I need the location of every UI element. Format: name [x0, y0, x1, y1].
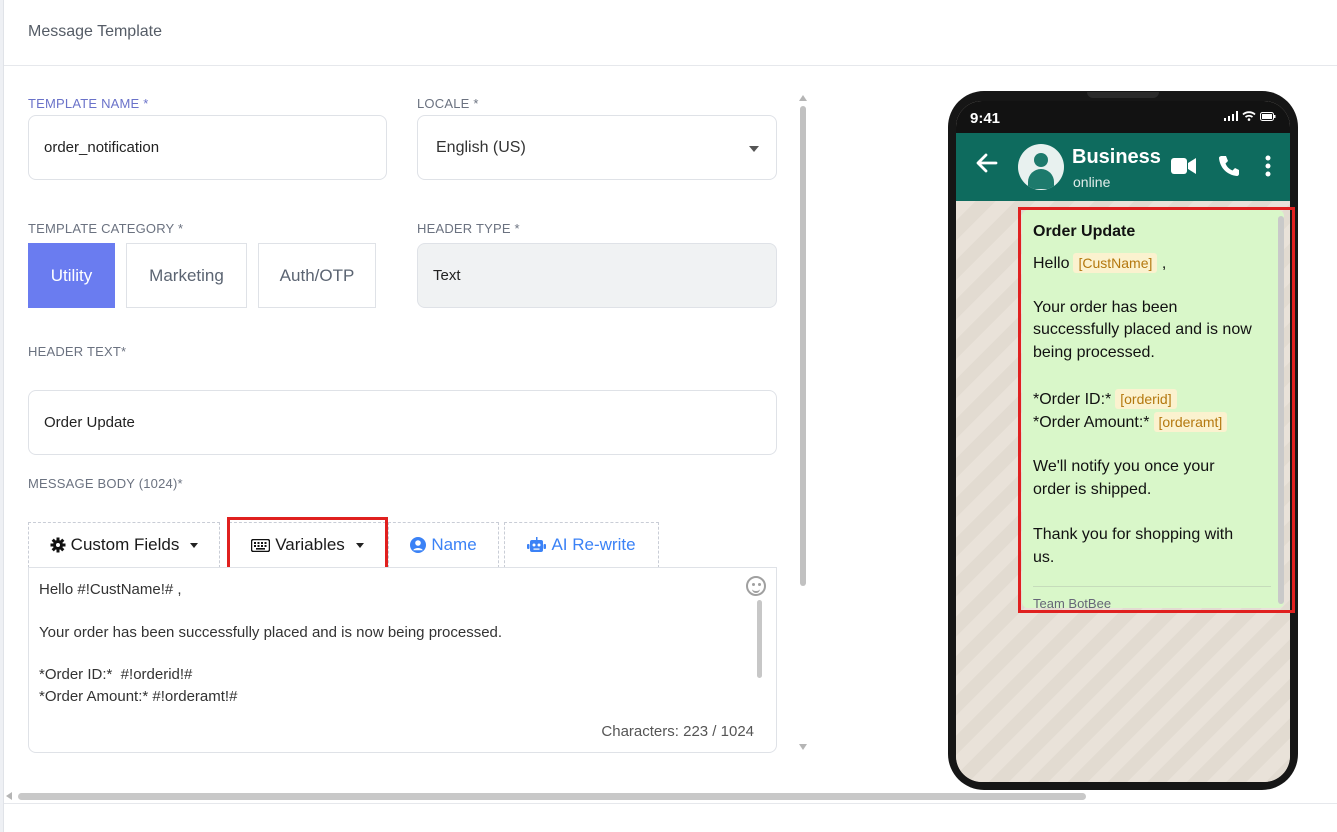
- keyboard-icon: [251, 538, 271, 552]
- user-circle-icon: [410, 537, 427, 553]
- template-category-label: TEMPLATE CATEGORY *: [28, 221, 184, 236]
- header-type-field[interactable]: Text: [417, 243, 777, 308]
- category-marketing-button[interactable]: Marketing: [126, 243, 247, 308]
- gear-icon: [50, 537, 66, 553]
- battery-icon: [1260, 111, 1276, 121]
- header-text-label: HEADER TEXT*: [28, 344, 127, 359]
- caret-down-icon: [355, 542, 364, 548]
- robot-icon: [527, 537, 547, 552]
- avatar[interactable]: [1018, 144, 1064, 190]
- textarea-scrollbar[interactable]: [757, 600, 762, 678]
- header-type-label: HEADER TYPE *: [417, 221, 520, 236]
- chat-header: Business online: [956, 133, 1290, 201]
- custom-fields-button[interactable]: Custom Fields: [28, 522, 220, 568]
- character-count: Characters: 223 / 1024: [601, 723, 754, 740]
- form-scrollbar-thumb[interactable]: [800, 106, 806, 586]
- scroll-left-arrow-icon[interactable]: [6, 792, 12, 800]
- contact-name: Business: [1072, 146, 1161, 168]
- template-name-label: TEMPLATE NAME *: [28, 96, 149, 111]
- caret-down-icon: [190, 542, 199, 548]
- custom-fields-label: Custom Fields: [70, 535, 180, 554]
- phone-notch: [1087, 92, 1159, 98]
- page: Message Template TEMPLATE NAME * order_n…: [0, 0, 1337, 832]
- message-body-textarea[interactable]: Hello #!CustName!# , Your order has been…: [28, 567, 777, 753]
- category-auth-otp-button[interactable]: Auth/OTP: [258, 243, 376, 308]
- wifi-icon: [1242, 111, 1256, 121]
- footer-divider: [4, 803, 1337, 804]
- scroll-up-arrow-icon[interactable]: [799, 95, 807, 101]
- header-text-input[interactable]: Order Update: [28, 390, 777, 455]
- chevron-down-icon: [749, 146, 759, 152]
- variables-button[interactable]: Variables: [229, 522, 386, 568]
- name-button[interactable]: Name: [388, 522, 499, 568]
- name-label: Name: [431, 535, 477, 554]
- scroll-down-arrow-icon[interactable]: [799, 744, 807, 750]
- body-line: Your order has been successfully placed …: [39, 624, 503, 641]
- status-icons: [1224, 111, 1276, 121]
- modal-title: Message Template: [28, 23, 162, 40]
- body-line: *Order ID:* #!orderid!#: [39, 666, 193, 683]
- template-name-input[interactable]: order_notification: [28, 115, 387, 180]
- left-edge: [0, 0, 4, 832]
- phone-icon[interactable]: [1218, 155, 1240, 177]
- video-icon[interactable]: [1171, 157, 1196, 175]
- signal-icon: [1224, 111, 1238, 121]
- locale-select[interactable]: English (US): [417, 115, 777, 180]
- body-line: *Order Amount:* #!orderamt!#: [39, 688, 238, 705]
- locale-value: English (US): [436, 138, 526, 156]
- message-body-label: MESSAGE BODY (1024)*: [28, 476, 183, 491]
- ai-rewrite-label: AI Re-write: [551, 535, 636, 554]
- contact-status: online: [1073, 174, 1111, 190]
- bubble-highlight: [1018, 207, 1295, 613]
- category-utility-button[interactable]: Utility: [28, 243, 115, 308]
- status-bar: 9:41: [956, 101, 1290, 133]
- locale-label: LOCALE *: [417, 96, 479, 111]
- emoji-icon[interactable]: [746, 576, 766, 596]
- variables-label: Variables: [275, 535, 345, 554]
- back-arrow-icon[interactable]: [976, 153, 998, 173]
- more-vert-icon[interactable]: [1264, 155, 1272, 177]
- modal-header: Message Template: [4, 0, 1337, 66]
- ai-rewrite-button[interactable]: AI Re-write: [504, 522, 659, 568]
- body-line: Hello #!CustName!# ,: [39, 581, 182, 598]
- status-time: 9:41: [970, 110, 1001, 127]
- horizontal-scrollbar-thumb[interactable]: [18, 793, 1086, 800]
